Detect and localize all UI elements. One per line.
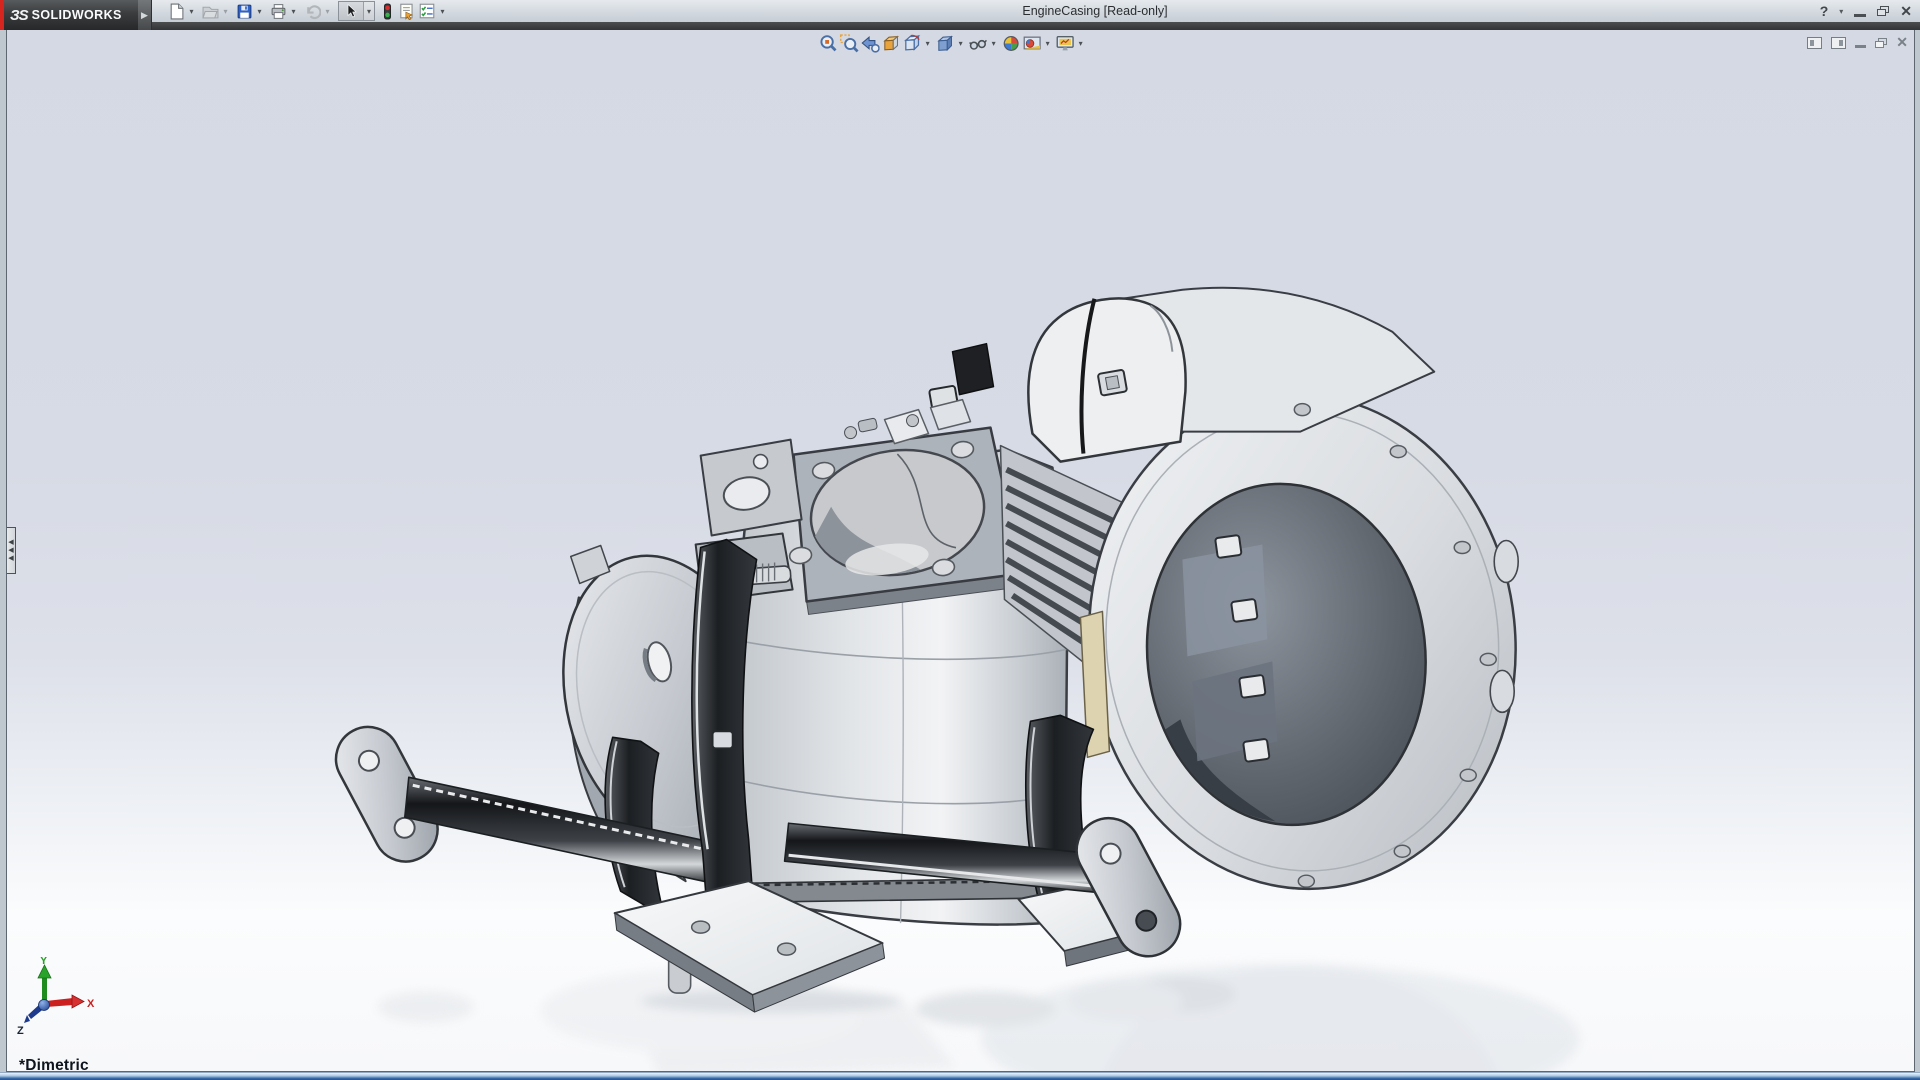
hide-show-dropdown-icon[interactable]: ▾: [988, 33, 999, 53]
engine-model: [334, 286, 1520, 1013]
document-title: EngineCasing [Read-only]: [1022, 4, 1168, 18]
undo-dropdown-icon[interactable]: ▾: [322, 1, 333, 21]
traffic-light-icon[interactable]: [377, 1, 397, 21]
doc-restore-icon[interactable]: [1875, 37, 1888, 48]
svg-text:Y: Y: [40, 957, 48, 967]
display-style-dropdown-icon[interactable]: ▾: [955, 33, 966, 53]
zoom-to-fit-icon[interactable]: [817, 33, 838, 53]
solidworks-window: EngineCasing [Read-only] ? ▾ ✕ ЗS SOLIDW…: [0, 0, 1920, 1080]
triad-z-axis: Z: [17, 999, 50, 1037]
tab-arrow-icon: ◀: [8, 555, 14, 562]
previous-view-icon[interactable]: [859, 33, 880, 53]
model-3d-engine-casing[interactable]: [7, 30, 1914, 1071]
reference-triad: Y X Z: [17, 957, 95, 1037]
apply-scene-icon[interactable]: [1021, 33, 1042, 53]
print-icon[interactable]: [268, 1, 288, 21]
help-icon[interactable]: ?: [1820, 3, 1829, 19]
svg-text:X: X: [87, 998, 95, 1010]
tab-arrow-icon: ◀: [8, 547, 14, 554]
undo-icon[interactable]: [302, 1, 322, 21]
minimize-icon[interactable]: [1854, 13, 1867, 17]
view-orientation-label: *Dimetric: [19, 1057, 89, 1072]
hide-show-items-icon[interactable]: [967, 33, 988, 53]
open-icon[interactable]: [200, 1, 220, 21]
work-area: ▾ ▾ ▾ ▾ ▾ ✕ ◀ ◀ ◀ Y X Z *Dimetric: [0, 30, 1920, 1072]
new-document-icon[interactable]: [166, 1, 186, 21]
doc-close-icon[interactable]: ✕: [1896, 34, 1908, 51]
graphics-viewport[interactable]: ▾ ▾ ▾ ▾ ▾ ✕ ◀ ◀ ◀ Y X Z *Dimetric: [6, 30, 1915, 1072]
triad-x-axis: X: [46, 994, 95, 1010]
doc-minimize-icon[interactable]: [1855, 44, 1867, 48]
heads-up-view-toolbar: ▾ ▾ ▾ ▾ ▾: [817, 33, 1087, 53]
floor-reflection: [377, 964, 1581, 1071]
status-bar: [0, 1072, 1920, 1080]
ds-logo-glyph: ЗS: [10, 6, 29, 24]
display-style-icon[interactable]: [934, 33, 955, 53]
window-controls: ? ▾ ✕: [1820, 0, 1912, 22]
display-pane-icon[interactable]: [1831, 36, 1847, 49]
svg-text:Z: Z: [17, 1025, 24, 1037]
restore-icon[interactable]: [1877, 6, 1890, 16]
print-dropdown-icon[interactable]: ▾: [288, 1, 299, 21]
zoom-to-area-icon[interactable]: [838, 33, 859, 53]
select-tool-group: ▾: [338, 1, 375, 21]
save-icon[interactable]: [234, 1, 254, 21]
featuremanager-pane-icon[interactable]: [1807, 36, 1823, 49]
section-view-icon[interactable]: [880, 33, 901, 53]
apply-scene-dropdown-icon[interactable]: ▾: [1042, 33, 1053, 53]
menu-band: [0, 22, 1920, 30]
solidworks-wordmark: SOLIDWORKS: [31, 8, 122, 22]
new-dropdown-icon[interactable]: ▾: [186, 1, 197, 21]
open-dropdown-icon[interactable]: ▾: [220, 1, 231, 21]
edit-appearance-icon[interactable]: [1000, 33, 1021, 53]
save-dropdown-icon[interactable]: ▾: [254, 1, 265, 21]
featuremanager-collapsed-tab[interactable]: ◀ ◀ ◀: [7, 527, 16, 574]
help-dropdown-icon[interactable]: ▾: [1839, 7, 1843, 16]
view-orientation-dropdown-icon[interactable]: ▾: [922, 33, 933, 53]
solidworks-logo: ЗS SOLIDWORKS: [0, 0, 138, 30]
select-dropdown-icon[interactable]: ▾: [363, 2, 374, 20]
design-checker-icon[interactable]: [417, 1, 437, 21]
document-window-controls: ✕: [1807, 34, 1908, 51]
logo-red-stripe: [0, 0, 4, 30]
main-toolbar: ▾ ▾ ▾ ▾ ▾ ▾ ▾: [166, 1, 451, 21]
menu-flyout-button[interactable]: ▶: [138, 0, 152, 30]
view-settings-icon[interactable]: [1054, 33, 1075, 53]
checker-dropdown-icon[interactable]: ▾: [437, 1, 448, 21]
select-tool-icon[interactable]: [339, 2, 363, 20]
tab-arrow-icon: ◀: [8, 539, 14, 546]
close-icon[interactable]: ✕: [1900, 3, 1912, 20]
options-icon[interactable]: [397, 1, 417, 21]
view-orientation-icon[interactable]: [901, 33, 922, 53]
view-settings-dropdown-icon[interactable]: ▾: [1075, 33, 1086, 53]
